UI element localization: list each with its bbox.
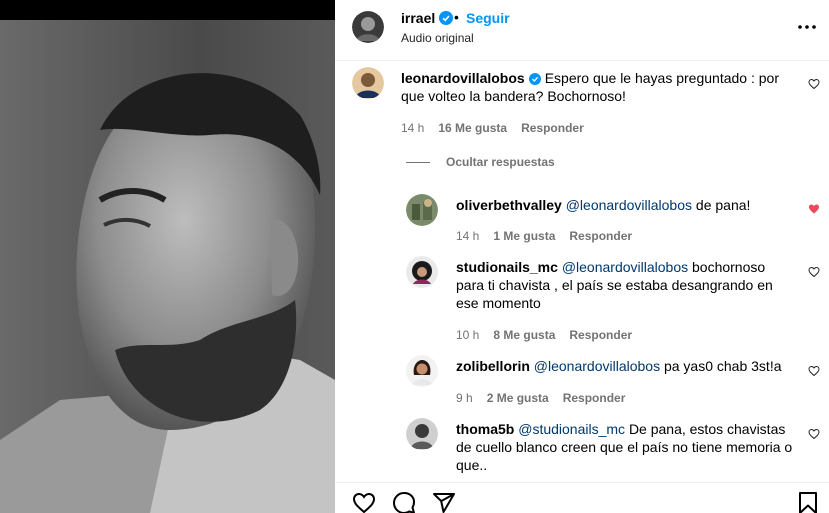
reply-avatar[interactable] — [406, 355, 438, 387]
reply-likes[interactable]: 2 Me gusta — [487, 391, 549, 405]
reply-avatar[interactable] — [406, 256, 438, 288]
reply-username[interactable]: thoma5b — [456, 421, 514, 437]
action-bar — [335, 482, 829, 513]
audio-link[interactable]: Audio original — [401, 31, 474, 45]
reply-body: thoma5b @studionails_mc De pana, estos c… — [456, 420, 801, 474]
header-separator: • — [454, 9, 459, 25]
hide-replies-button[interactable]: Ocultar respuestas — [406, 155, 555, 169]
like-heart-icon[interactable] — [352, 491, 376, 513]
comment-icon[interactable] — [392, 491, 416, 513]
more-icon[interactable] — [796, 17, 818, 37]
reply-time[interactable]: 9 h — [456, 391, 473, 405]
comment-time[interactable]: 14 h — [401, 121, 424, 135]
author-avatar[interactable] — [352, 11, 384, 43]
comment-likes[interactable]: 16 Me gusta — [438, 121, 507, 135]
reply-meta: 10 h 8 Me gusta Responder — [456, 328, 646, 342]
reply-username[interactable]: oliverbethvalley — [456, 197, 562, 213]
share-icon[interactable] — [432, 491, 456, 513]
reply-text: de pana! — [695, 197, 751, 213]
reply-likes[interactable]: 1 Me gusta — [493, 229, 555, 243]
reply-body: studionails_mc @leonardovillalobos bocho… — [456, 258, 796, 312]
post-header: irrael • Seguir Audio original — [335, 0, 829, 61]
commenter-avatar[interactable] — [352, 67, 384, 99]
reply-username[interactable]: studionails_mc — [456, 259, 558, 275]
heart-icon[interactable] — [808, 365, 820, 377]
heart-icon[interactable] — [808, 203, 820, 215]
reply-avatar[interactable] — [406, 418, 438, 450]
reply-button[interactable]: Responder — [569, 328, 632, 342]
reply-body: oliverbethvalley @leonardovillalobos de … — [456, 196, 786, 214]
verified-badge-icon — [439, 11, 454, 25]
reply-likes[interactable]: 8 Me gusta — [493, 328, 555, 342]
reply-mention[interactable]: @leonardovillalobos — [534, 358, 660, 374]
follow-button[interactable]: Seguir — [466, 10, 510, 26]
reply-mention[interactable]: @leonardovillalobos — [562, 259, 688, 275]
comment-meta: 14 h 16 Me gusta Responder — [401, 121, 598, 135]
reply-username[interactable]: zolibellorin — [456, 358, 530, 374]
heart-icon[interactable] — [808, 266, 820, 278]
reply-meta: 14 h 1 Me gusta Responder — [456, 229, 646, 243]
reply-time[interactable]: 10 h — [456, 328, 479, 342]
heart-icon[interactable] — [808, 428, 820, 440]
reply-body: zolibellorin @leonardovillalobos pa yas0… — [456, 357, 796, 375]
reply-mention[interactable]: @leonardovillalobos — [566, 197, 692, 213]
reply-meta: 9 h 2 Me gusta Responder — [456, 391, 639, 405]
reply-button[interactable]: Responder — [569, 229, 632, 243]
reply-text: pa yas0 chab 3st!a — [663, 358, 782, 374]
bookmark-icon[interactable] — [796, 491, 820, 513]
post-media[interactable] — [0, 0, 335, 513]
author-username[interactable]: irrael — [401, 10, 454, 26]
reply-button[interactable]: Responder — [563, 391, 626, 405]
heart-icon[interactable] — [808, 78, 820, 90]
post-photo — [0, 20, 335, 513]
reply-time[interactable]: 14 h — [456, 229, 479, 243]
verified-badge-icon — [528, 73, 541, 85]
reply-avatar[interactable] — [406, 194, 438, 226]
comment-body: leonardovillalobos Espero que le hayas pr… — [401, 69, 791, 105]
comment-username[interactable]: leonardovillalobos — [401, 70, 525, 86]
comments-panel: irrael • Seguir Audio original leonardov… — [335, 0, 829, 513]
hide-replies-line — [406, 162, 430, 164]
reply-mention[interactable]: @studionails_mc — [518, 421, 625, 437]
reply-button[interactable]: Responder — [521, 121, 584, 135]
